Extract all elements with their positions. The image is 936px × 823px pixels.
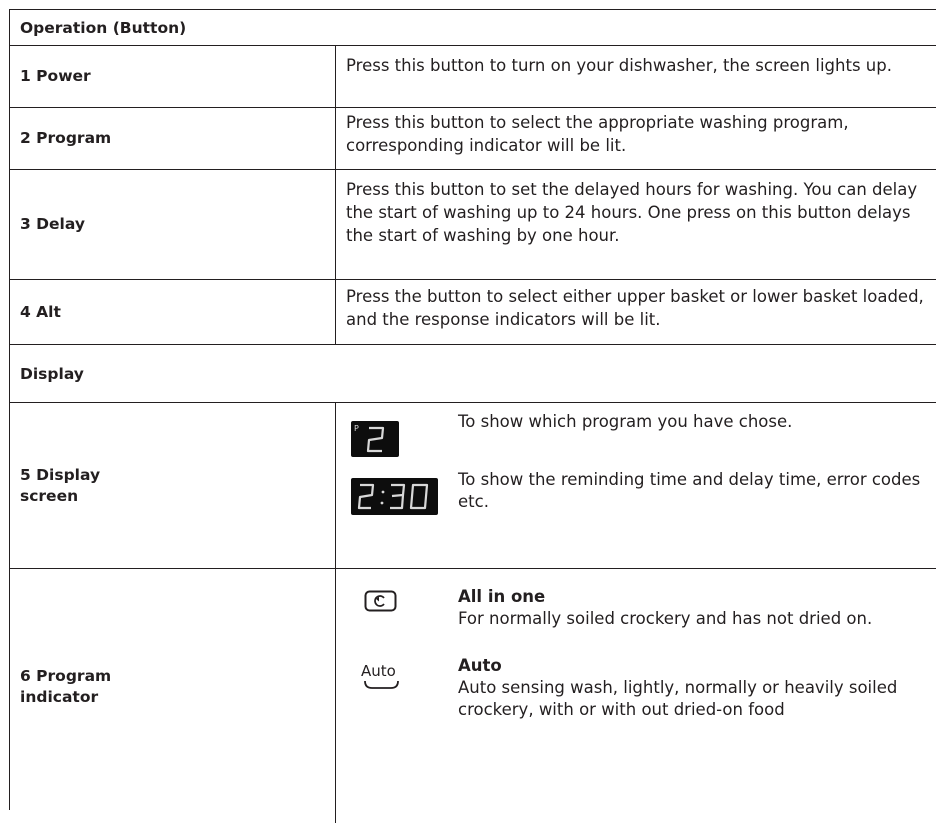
time-digits-icon bbox=[357, 483, 429, 510]
row-desc-power: Press this button to turn on your dishwa… bbox=[346, 56, 892, 75]
row-label-program: 2 Program bbox=[20, 129, 112, 147]
time-digit-display bbox=[351, 478, 438, 515]
row-label-program-indicator: 6 Program indicator bbox=[20, 667, 112, 706]
digit-2-icon bbox=[366, 426, 385, 453]
row-desc-program: Press this button to select the appropri… bbox=[346, 113, 849, 155]
auto-icon: Auto bbox=[361, 663, 405, 691]
all-in-one-title: All in one bbox=[458, 587, 546, 606]
row-label-alt: 4 Alt bbox=[20, 302, 61, 321]
column-divider bbox=[335, 403, 336, 823]
auto-text-block: Auto Auto sensing wash, lightly, normall… bbox=[458, 655, 936, 721]
section-heading-display: Display bbox=[20, 364, 84, 383]
program-digit-display: P bbox=[351, 421, 399, 457]
row-desc-delay: Press this button to set the delayed hou… bbox=[346, 180, 918, 245]
all-in-one-icon bbox=[364, 590, 397, 612]
row-desc-alt: Press the button to select either upper … bbox=[346, 287, 924, 329]
row-label-display-screen: 5 Display screen bbox=[20, 465, 101, 505]
program-digit-desc: To show which program you have chose. bbox=[458, 412, 793, 431]
auto-title: Auto bbox=[458, 656, 502, 675]
row-label-power: 1 Power bbox=[20, 67, 91, 85]
row-label-delay: 3 Delay bbox=[20, 215, 85, 233]
auto-desc: Auto sensing wash, lightly, normally or … bbox=[458, 678, 898, 719]
all-in-one-desc: For normally soiled crockery and has not… bbox=[458, 609, 873, 628]
time-digit-desc: To show the reminding time and delay tim… bbox=[458, 470, 921, 511]
controls-table: Operation (Button) 1 Power Press this bu… bbox=[9, 9, 936, 823]
auto-basin-icon bbox=[364, 680, 399, 689]
all-in-one-text-block: All in one For normally soiled crockery … bbox=[458, 586, 936, 630]
section-heading-operation: Operation (Button) bbox=[20, 19, 187, 37]
all-in-one-icon bbox=[364, 590, 398, 612]
